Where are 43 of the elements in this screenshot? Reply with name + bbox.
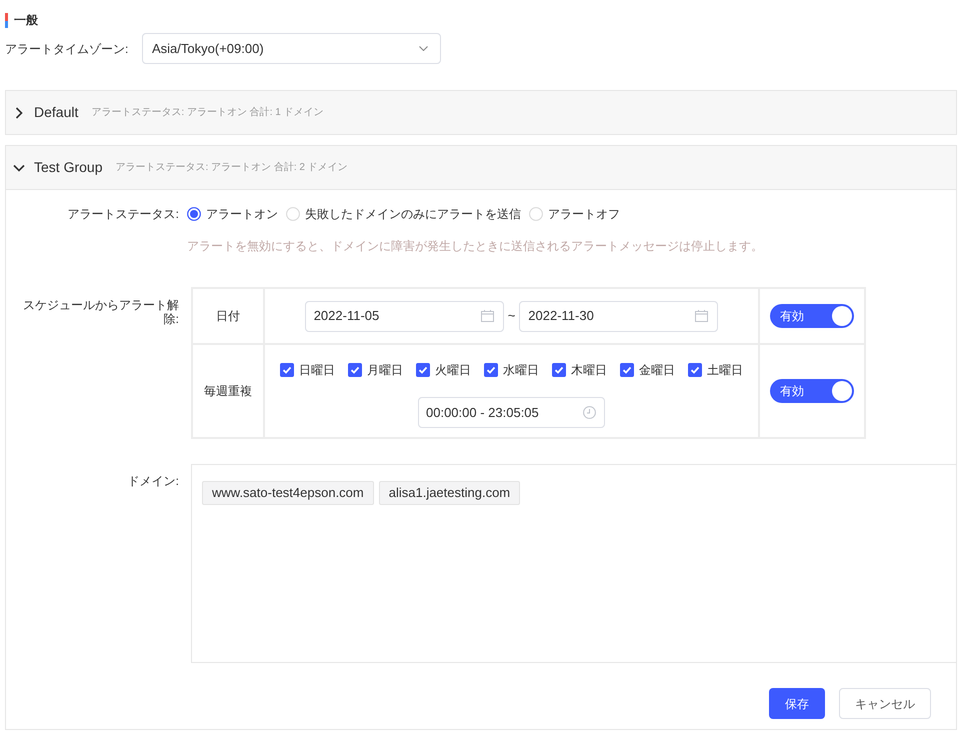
group-summary: アラートステータス: アラートオン 合計: 1 ドメイン: [91, 106, 324, 120]
save-button[interactable]: 保存: [769, 688, 825, 719]
weekday-checkbox[interactable]: 日曜日: [280, 361, 335, 379]
radio-option[interactable]: 失敗したドメインのみにアラートを送信: [286, 205, 521, 223]
weekday-checkbox[interactable]: 水曜日: [484, 361, 539, 379]
weekday-checkbox[interactable]: 木曜日: [552, 361, 607, 379]
domain-tag: alisa1.jaetesting.com: [378, 481, 520, 505]
domain-tag: www.sato-test4epson.com: [202, 481, 374, 505]
weekday-checkbox[interactable]: 月曜日: [348, 361, 403, 379]
toggle-switch[interactable]: 有効: [770, 304, 854, 328]
collapse-header[interactable]: Test Group アラートステータス: アラートオン 合計: 2 ドメイン: [6, 146, 956, 189]
chevron-down-icon: [419, 46, 428, 51]
date-input[interactable]: 2022-11-30: [519, 300, 718, 332]
toggle-switch[interactable]: 有効: [770, 379, 854, 403]
timezone-label: アラートタイムゾーン:: [5, 42, 128, 56]
collapse-header[interactable]: Default アラートステータス: アラートオン 合計: 1 ドメイン: [6, 91, 956, 134]
hint-text: アラートを無効にすると、ドメインに障害が発生したときに送信されるアラートメッセージは停止します。: [187, 239, 763, 253]
calendar-icon: [695, 310, 708, 322]
group-summary: アラートステータス: アラートオン 合計: 2 ドメイン: [115, 160, 348, 175]
radio-option[interactable]: アラートオン: [187, 205, 278, 223]
accent-bar-icon: [5, 12, 8, 28]
group-name: Test Group: [34, 158, 102, 177]
cancel-button[interactable]: キャンセル: [839, 688, 931, 719]
range-separator: ~: [508, 307, 516, 326]
clock-icon: [583, 406, 596, 419]
toggle-knob-icon: [832, 306, 852, 326]
date-input[interactable]: 2022-11-05: [304, 300, 504, 332]
status-label: アラートステータス:: [68, 206, 179, 223]
weekday-checkbox[interactable]: 火曜日: [416, 361, 471, 379]
group-name: Default: [34, 103, 78, 122]
calendar-icon: [480, 310, 494, 322]
domain-input-field[interactable]: www.sato-test4epson.com alisa1.jaetesting.com: [191, 464, 956, 663]
section-title: 一般: [14, 12, 38, 29]
radio-option[interactable]: アラートオフ: [529, 205, 620, 223]
toggle-knob-icon: [832, 381, 852, 401]
row-header-cell: 日付: [192, 288, 264, 344]
time-range-input[interactable]: 00:00:00 - 23:05:05: [418, 397, 605, 428]
timezone-select[interactable]: Asia/Tokyo(+09:00): [142, 33, 441, 64]
weekday-checkbox[interactable]: 土曜日: [688, 361, 743, 379]
domain-label: ドメイン:: [128, 474, 179, 488]
schedule-label: スケジュールからアラート解除:: [22, 298, 179, 326]
row-header-cell: 毎週重複: [192, 344, 264, 438]
weekday-checkbox[interactable]: 金曜日: [620, 361, 675, 379]
